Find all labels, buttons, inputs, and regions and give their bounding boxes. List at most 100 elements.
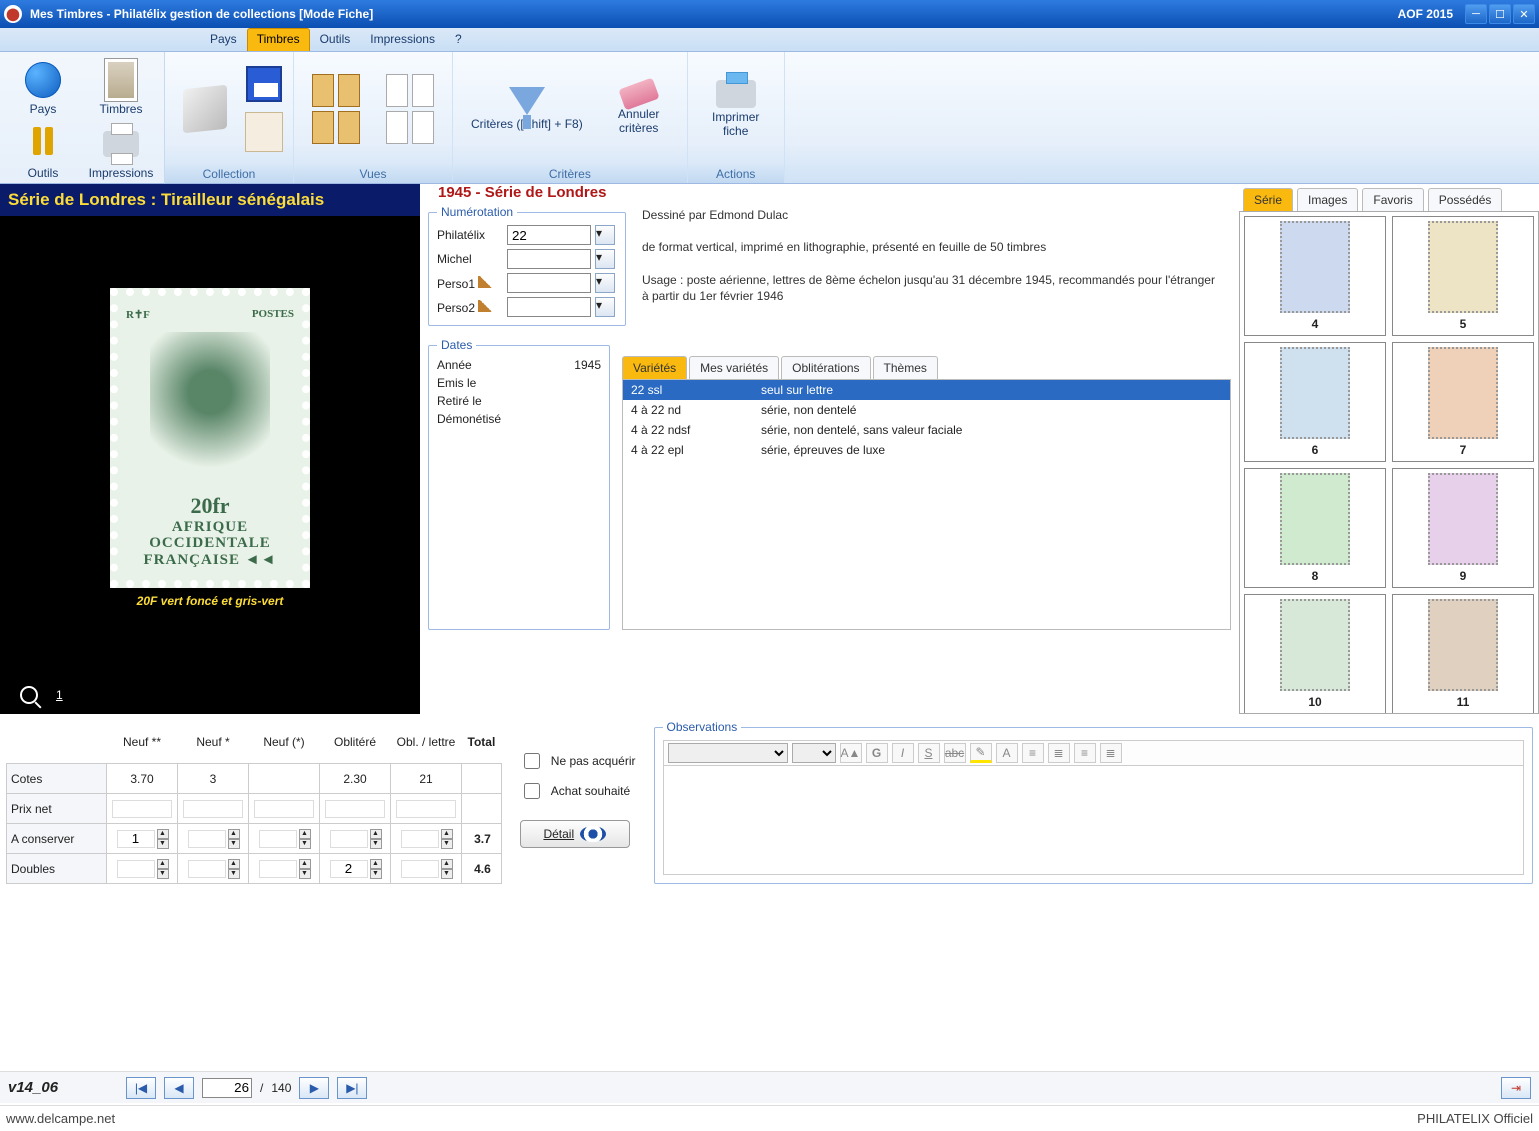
thumb-tab-images[interactable]: Images: [1297, 188, 1358, 211]
tab-obliterations[interactable]: Oblitérations: [781, 356, 870, 379]
variety-row[interactable]: 4 à 22 epl série, épreuves de luxe: [623, 440, 1230, 460]
strike-button[interactable]: abc: [944, 743, 966, 763]
zoom-icon[interactable]: [20, 686, 38, 704]
series-thumb[interactable]: 6: [1244, 342, 1386, 462]
align-center[interactable]: ≣: [1048, 743, 1070, 763]
menu-help[interactable]: ?: [445, 28, 472, 51]
nav-next[interactable]: ▶: [299, 1077, 329, 1099]
variety-row[interactable]: 22 ssl seul sur lettre: [623, 380, 1230, 400]
dropdown-philatelix[interactable]: ▾: [595, 225, 615, 245]
doubles-5[interactable]: [400, 859, 440, 879]
variety-row[interactable]: 4 à 22 ndsf série, non dentelé, sans val…: [623, 420, 1230, 440]
input-perso1[interactable]: [507, 273, 591, 293]
aconserver-5[interactable]: [400, 829, 440, 849]
launch-timbres[interactable]: Timbres: [82, 58, 160, 118]
underline-button[interactable]: S: [918, 743, 940, 763]
spinner[interactable]: ▲▼: [299, 859, 311, 879]
spinner[interactable]: ▲▼: [441, 829, 453, 849]
aconserver-4[interactable]: [329, 829, 369, 849]
check-achat-souhaite[interactable]: Achat souhaité: [520, 780, 636, 802]
variety-row[interactable]: 4 à 22 nd série, non dentelé: [623, 400, 1230, 420]
tab-themes[interactable]: Thèmes: [873, 356, 938, 379]
spinner[interactable]: ▲▼: [441, 859, 453, 879]
nav-exit[interactable]: ⇥: [1501, 1077, 1531, 1099]
aconserver-1[interactable]: [116, 829, 156, 849]
spinner[interactable]: ▲▼: [370, 859, 382, 879]
collection-album-button[interactable]: [173, 81, 237, 137]
nav-current-input[interactable]: [202, 1078, 252, 1098]
series-thumb[interactable]: 11: [1392, 594, 1534, 714]
nav-last[interactable]: ▶|: [337, 1077, 367, 1099]
spinner[interactable]: ▲▼: [299, 829, 311, 849]
size-up[interactable]: A▲: [840, 743, 862, 763]
criteria-button[interactable]: Critères ([Shift] + F8): [461, 81, 593, 137]
italic-button[interactable]: I: [892, 743, 914, 763]
dropdown-michel[interactable]: ▾: [595, 249, 615, 269]
input-perso2[interactable]: [507, 297, 591, 317]
prixnet-1[interactable]: [111, 799, 173, 819]
series-thumb[interactable]: 10: [1244, 594, 1386, 714]
prixnet-3[interactable]: [253, 799, 315, 819]
cancel-criteria-button[interactable]: Annuler critères: [599, 77, 679, 141]
input-philatelix[interactable]: [507, 225, 591, 245]
font-family-select[interactable]: [668, 743, 788, 763]
spinner[interactable]: ▲▼: [370, 829, 382, 849]
series-thumb[interactable]: 5: [1392, 216, 1534, 336]
collection-save-button[interactable]: [243, 64, 285, 104]
spinner[interactable]: ▲▼: [228, 859, 240, 879]
prixnet-2[interactable]: [182, 799, 244, 819]
launch-outils[interactable]: Outils: [4, 122, 82, 182]
tab-mes-varietes[interactable]: Mes variétés: [689, 356, 779, 379]
tab-varietes[interactable]: Variétés: [622, 356, 687, 379]
stamp-image[interactable]: R✝FPOSTES 20fr AFRIQUEOCCIDENTALEFRANÇAI…: [110, 288, 310, 588]
doubles-1[interactable]: [116, 859, 156, 879]
spinner[interactable]: ▲▼: [157, 829, 169, 849]
prixnet-4[interactable]: [324, 799, 386, 819]
detail-button[interactable]: Détail: [520, 820, 630, 848]
observations-textarea[interactable]: [663, 765, 1525, 875]
view-grid-button[interactable]: [376, 68, 444, 150]
aconserver-3[interactable]: [258, 829, 298, 849]
maximize-button[interactable]: ☐: [1489, 4, 1511, 24]
menu-timbres[interactable]: Timbres: [247, 28, 310, 51]
launch-pays[interactable]: Pays: [4, 58, 82, 118]
thumb-tab-possedes[interactable]: Possédés: [1428, 188, 1503, 211]
font-color-button[interactable]: A: [996, 743, 1018, 763]
input-michel[interactable]: [507, 249, 591, 269]
thumb-scroll[interactable]: 4567891011: [1239, 211, 1539, 714]
doubles-3[interactable]: [258, 859, 298, 879]
dropdown-perso1[interactable]: ▾: [595, 273, 615, 293]
prixnet-5[interactable]: [395, 799, 457, 819]
launch-impressions[interactable]: Impressions: [82, 122, 160, 182]
doubles-4[interactable]: [329, 859, 369, 879]
nav-first[interactable]: |◀: [126, 1077, 156, 1099]
font-size-select[interactable]: [792, 743, 836, 763]
aconserver-2[interactable]: [187, 829, 227, 849]
spinner[interactable]: ▲▼: [157, 859, 169, 879]
close-button[interactable]: ✕: [1513, 4, 1535, 24]
check-ne-pas-acquerir[interactable]: Ne pas acquérir: [520, 750, 636, 772]
series-thumb[interactable]: 4: [1244, 216, 1386, 336]
doubles-2[interactable]: [187, 859, 227, 879]
collection-open-button[interactable]: [243, 110, 285, 154]
menu-outils[interactable]: Outils: [310, 28, 361, 51]
series-thumb[interactable]: 8: [1244, 468, 1386, 588]
view-thumbs-button[interactable]: [302, 68, 370, 150]
thumb-tab-favoris[interactable]: Favoris: [1362, 188, 1423, 211]
align-justify[interactable]: ≣: [1100, 743, 1122, 763]
highlight-button[interactable]: ✎: [970, 743, 992, 763]
menu-impressions[interactable]: Impressions: [360, 28, 445, 51]
nav-prev[interactable]: ◀: [164, 1077, 194, 1099]
series-thumb[interactable]: 9: [1392, 468, 1534, 588]
variety-list[interactable]: 22 ssl seul sur lettre 4 à 22 nd série, …: [622, 380, 1231, 630]
thumb-tab-serie[interactable]: Série: [1243, 188, 1293, 211]
menu-pays[interactable]: Pays: [200, 28, 247, 51]
dropdown-perso2[interactable]: ▾: [595, 297, 615, 317]
minimize-button[interactable]: ─: [1465, 4, 1487, 24]
spinner[interactable]: ▲▼: [228, 829, 240, 849]
align-right[interactable]: ≡: [1074, 743, 1096, 763]
bold-button[interactable]: G: [866, 743, 888, 763]
series-thumb[interactable]: 7: [1392, 342, 1534, 462]
stamp-index[interactable]: 1: [56, 688, 63, 702]
align-left[interactable]: ≡: [1022, 743, 1044, 763]
